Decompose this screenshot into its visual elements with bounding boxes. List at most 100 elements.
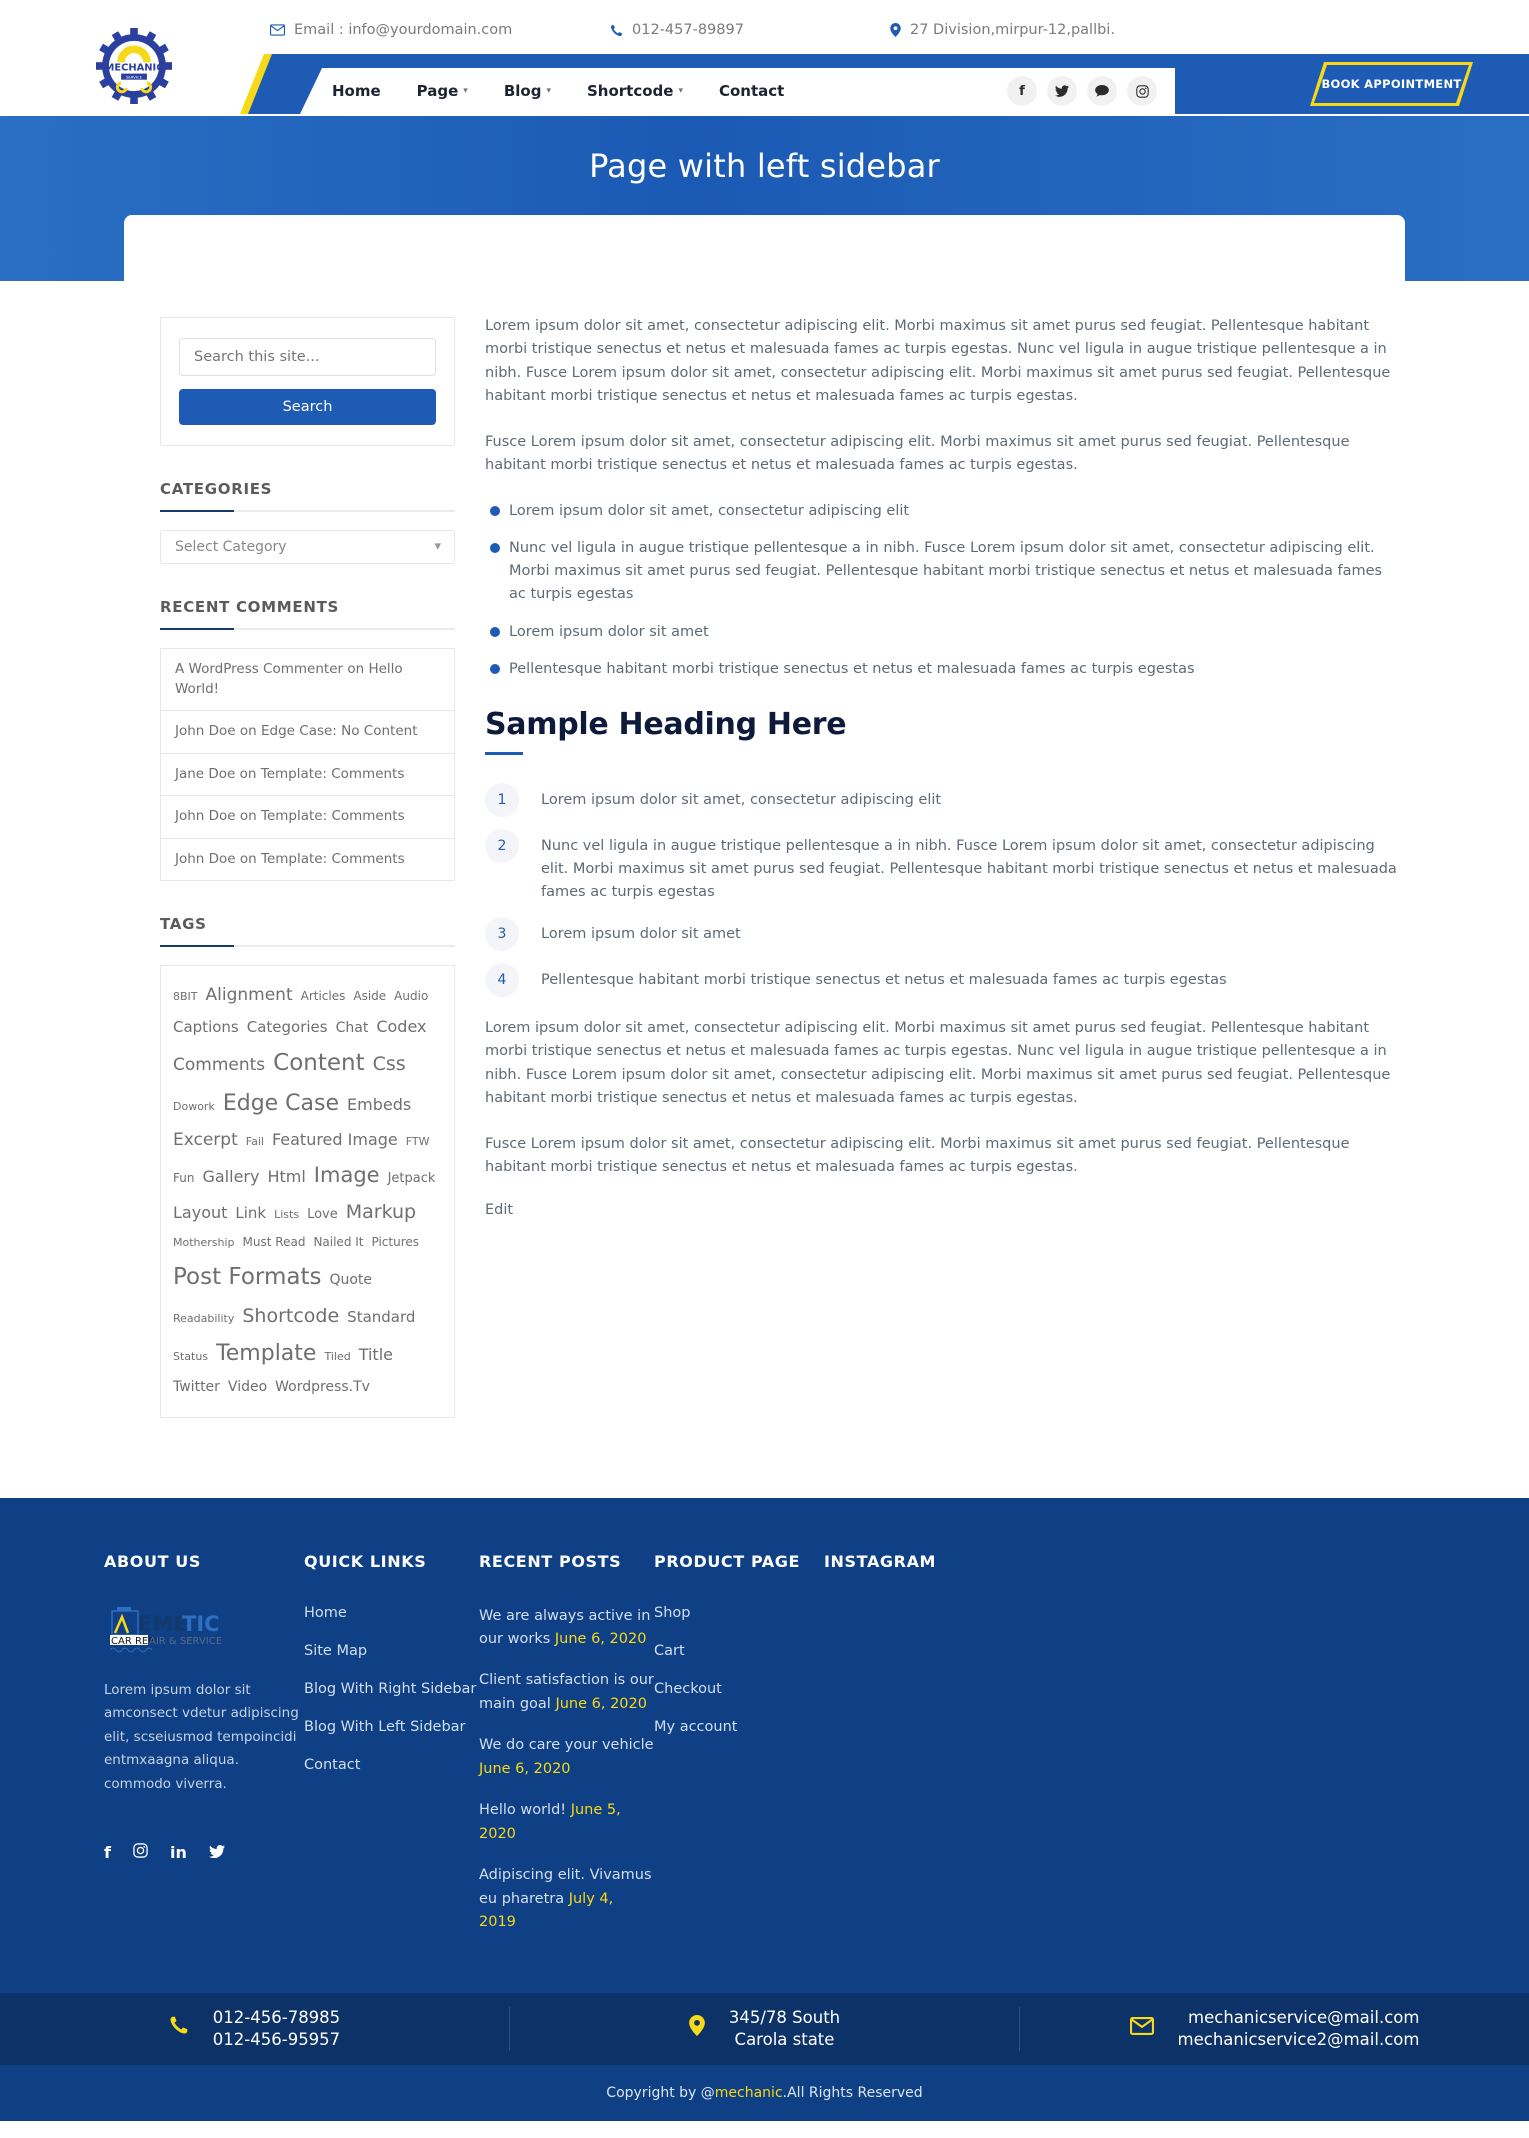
contact-phone-block[interactable]: 012-456-78985 012-456-95957 bbox=[0, 2006, 510, 2051]
book-appointment-button[interactable]: BOOK APPOINTMENT bbox=[1310, 62, 1473, 106]
tag-link[interactable]: Lists bbox=[274, 1205, 299, 1225]
footer-link-my-account[interactable]: My account bbox=[654, 1719, 824, 1735]
contact-email-block[interactable]: mechanicservice@mail.com mechanicservice… bbox=[1020, 2007, 1529, 2051]
footer-post[interactable]: Adipiscing elit. Vivamus eu pharetra Jul… bbox=[479, 1864, 654, 1934]
footer-link-home[interactable]: Home bbox=[304, 1605, 479, 1621]
tag-link[interactable]: Codex bbox=[376, 1012, 426, 1042]
content-paragraph-1: Lorem ipsum dolor sit amet, consectetur … bbox=[485, 318, 1391, 405]
tag-link[interactable]: Audio bbox=[394, 985, 428, 1007]
footer-link-blog-right-sidebar[interactable]: Blog With Right Sidebar bbox=[304, 1681, 479, 1697]
footer-post[interactable]: Hello world! June 5, 2020 bbox=[479, 1799, 654, 1846]
site-logo[interactable]: MECHANIC SERVICE bbox=[96, 28, 172, 104]
twitter-icon[interactable] bbox=[1047, 76, 1077, 106]
search-input[interactable] bbox=[179, 338, 436, 376]
linkedin-icon[interactable]: in bbox=[170, 1843, 187, 1862]
tag-link[interactable]: Markup bbox=[346, 1195, 416, 1230]
facebook-icon[interactable]: f bbox=[1007, 76, 1037, 106]
tag-link[interactable]: Fun bbox=[173, 1167, 194, 1189]
tag-link[interactable]: Wordpress.Tv bbox=[275, 1375, 370, 1401]
tag-link[interactable]: Content bbox=[273, 1042, 364, 1085]
tag-link[interactable]: FTW bbox=[406, 1132, 430, 1152]
tag-link[interactable]: Readability bbox=[173, 1309, 234, 1329]
tag-link[interactable]: Categories bbox=[247, 1014, 328, 1042]
tag-link[interactable]: Must Read bbox=[243, 1231, 306, 1253]
top-contact-info: Email : info@yourdomain.com 012-457-8989… bbox=[270, 22, 1430, 38]
footer-about-column: ABOUT US EME TIC CAR REP AIR & SERVICE L… bbox=[104, 1552, 304, 1953]
footer-link-blog-left-sidebar[interactable]: Blog With Left Sidebar bbox=[304, 1719, 479, 1735]
tag-link[interactable]: Template bbox=[216, 1334, 316, 1375]
nav-item-shortcode[interactable]: Shortcode ▾ bbox=[587, 82, 683, 100]
tag-link[interactable]: Fail bbox=[246, 1132, 264, 1152]
top-address[interactable]: 27 Division,mirpur-12,pallbi. bbox=[890, 22, 1190, 38]
footer-product-page-column: PRODUCT PAGE Shop Cart Checkout My accou… bbox=[654, 1552, 824, 1953]
nav-item-home[interactable]: Home bbox=[332, 82, 381, 100]
contact-address-block[interactable]: 345/78 South Carola state bbox=[510, 2006, 1020, 2051]
number-badge: 2 bbox=[485, 829, 519, 864]
list-item[interactable]: John Doe on Template: Comments bbox=[161, 839, 454, 882]
tag-link[interactable]: Quote bbox=[329, 1268, 372, 1294]
tag-link[interactable]: Tiled bbox=[324, 1347, 350, 1367]
instagram-icon[interactable] bbox=[1127, 76, 1157, 106]
footer-post[interactable]: Client satisfaction is our main goal Jun… bbox=[479, 1669, 654, 1716]
recent-comments-widget-title: RECENT COMMENTS bbox=[160, 598, 455, 630]
tag-link[interactable]: Edge Case bbox=[223, 1084, 339, 1125]
top-phone[interactable]: 012-457-89897 bbox=[610, 22, 890, 38]
tag-link[interactable]: Articles bbox=[301, 985, 346, 1007]
copyright-suffix: .All Rights Reserved bbox=[782, 2084, 923, 2101]
tag-link[interactable]: Love bbox=[307, 1203, 338, 1227]
tag-link[interactable]: Jetpack bbox=[388, 1167, 436, 1191]
copyright-prefix: Copyright by @ bbox=[606, 2084, 715, 2101]
tag-link[interactable]: Shortcode bbox=[242, 1299, 339, 1334]
twitter-icon[interactable] bbox=[208, 1843, 225, 1862]
tag-link[interactable]: Mothership bbox=[173, 1233, 235, 1253]
nav-item-contact[interactable]: Contact bbox=[719, 82, 784, 100]
list-item[interactable]: A WordPress Commenter on Hello World! bbox=[161, 649, 454, 712]
banner-bottom-strip bbox=[0, 215, 1529, 281]
list-item[interactable]: John Doe on Template: Comments bbox=[161, 796, 454, 839]
instagram-icon[interactable] bbox=[133, 1842, 148, 1862]
tag-link[interactable]: Css bbox=[373, 1047, 406, 1082]
footer-link-site-map[interactable]: Site Map bbox=[304, 1643, 479, 1659]
tag-link[interactable]: Chat bbox=[336, 1016, 369, 1042]
tag-link[interactable]: Captions bbox=[173, 1014, 239, 1042]
tag-link[interactable]: Status bbox=[173, 1347, 208, 1367]
nav-item-blog[interactable]: Blog ▾ bbox=[504, 82, 551, 100]
tag-link[interactable]: Html bbox=[267, 1162, 305, 1192]
tag-link[interactable]: Aside bbox=[353, 985, 386, 1007]
tag-link[interactable]: Image bbox=[314, 1156, 380, 1195]
list-item[interactable]: Jane Doe on Template: Comments bbox=[161, 754, 454, 797]
list-item[interactable]: John Doe on Edge Case: No Content bbox=[161, 711, 454, 754]
footer-link-contact[interactable]: Contact bbox=[304, 1757, 479, 1773]
tag-link[interactable]: Gallery bbox=[202, 1162, 259, 1192]
facebook-icon[interactable]: f bbox=[104, 1843, 111, 1862]
category-select[interactable]: Select Category bbox=[160, 530, 455, 564]
tag-link[interactable]: Standard bbox=[347, 1304, 415, 1332]
tag-link[interactable]: Featured Image bbox=[272, 1125, 398, 1155]
tag-link[interactable]: Layout bbox=[173, 1198, 227, 1228]
tag-link[interactable]: Dowork bbox=[173, 1097, 215, 1117]
tag-link[interactable]: Nailed It bbox=[313, 1231, 363, 1253]
top-email[interactable]: Email : info@yourdomain.com bbox=[270, 22, 610, 38]
footer-link-shop[interactable]: Shop bbox=[654, 1605, 824, 1621]
tag-link[interactable]: Alignment bbox=[206, 980, 293, 1011]
tag-link[interactable]: Excerpt bbox=[173, 1125, 238, 1156]
edit-link[interactable]: Edit bbox=[485, 1202, 1400, 1218]
tag-link[interactable]: Post Formats bbox=[173, 1256, 321, 1299]
tag-link[interactable]: Comments bbox=[173, 1050, 265, 1081]
comment-icon[interactable] bbox=[1087, 76, 1117, 106]
tag-link[interactable]: Link bbox=[235, 1200, 266, 1228]
content-paragraph-3: Lorem ipsum dolor sit amet, consectetur … bbox=[485, 1019, 1391, 1107]
footer-link-checkout[interactable]: Checkout bbox=[654, 1681, 824, 1697]
tag-link[interactable]: Embeds bbox=[347, 1090, 411, 1120]
footer-post[interactable]: We are always active in our works June 6… bbox=[479, 1605, 654, 1652]
tag-link[interactable]: Title bbox=[359, 1340, 393, 1370]
tag-link[interactable]: Pictures bbox=[372, 1231, 420, 1253]
tag-link[interactable]: 8BIT bbox=[173, 987, 198, 1007]
footer-link-cart[interactable]: Cart bbox=[654, 1643, 824, 1659]
copyright-brand[interactable]: mechanic bbox=[715, 2085, 783, 2101]
tag-link[interactable]: Twitter bbox=[173, 1375, 220, 1401]
footer-post[interactable]: We do care your vehicle June 6, 2020 bbox=[479, 1734, 654, 1781]
nav-item-page[interactable]: Page ▾ bbox=[417, 82, 468, 100]
search-button[interactable]: Search bbox=[179, 389, 436, 425]
tag-link[interactable]: Video bbox=[228, 1375, 267, 1401]
